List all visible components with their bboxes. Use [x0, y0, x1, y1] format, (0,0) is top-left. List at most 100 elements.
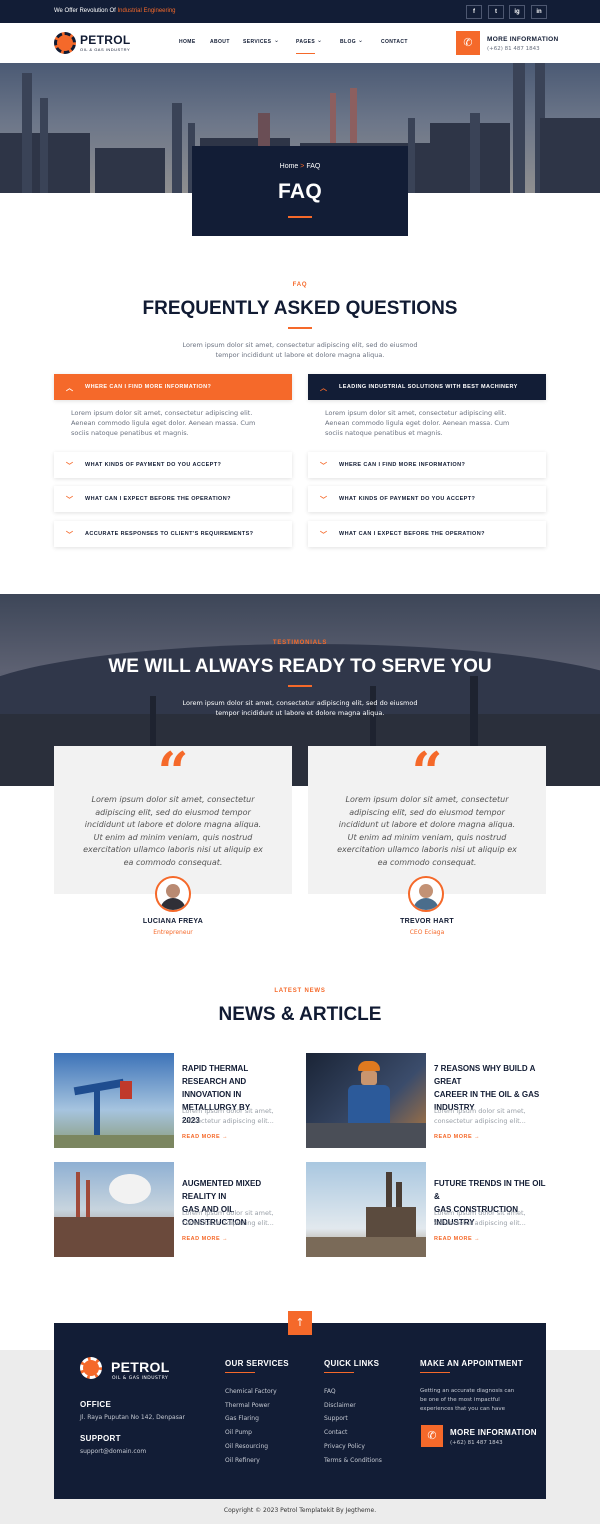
nav-item-services[interactable]: SERVICES: [243, 39, 271, 45]
avatar: [155, 876, 191, 912]
testimonials-subtitle: TESTIMONIALS: [272, 640, 328, 646]
faq-question-7[interactable]: ﹀ WHAT KINDS OF PAYMENT DO YOU ACCEPT?: [308, 486, 546, 512]
footer-link[interactable]: Terms & Conditions: [324, 1454, 382, 1468]
footer-link[interactable]: Gas Flaring: [225, 1412, 277, 1426]
footer-services-list: Chemical Factory Thermal Power Gas Flari…: [225, 1385, 277, 1467]
page-title: FAQ: [277, 180, 323, 203]
testimonial-role: Entrepreneur: [153, 929, 193, 936]
chevron-down-icon: ﹀: [320, 532, 328, 539]
news-image[interactable]: [54, 1053, 174, 1148]
gear-logo-icon[interactable]: [54, 32, 76, 54]
testimonial-name: TREVOR HART: [400, 918, 454, 925]
breadcrumb: Home > FAQ: [192, 163, 408, 170]
chevron-down-icon: ﹀: [66, 532, 74, 539]
faq-question-6[interactable]: ﹀ WHERE CAN I FIND MORE INFORMATION?: [308, 452, 546, 478]
news-article-excerpt: Lorem ipsum dolor sit amet, consectetur a…: [182, 1209, 274, 1227]
footer-info-phone[interactable]: (+62) 81 487 1843: [450, 1440, 503, 1446]
quote-icon: “: [411, 740, 443, 804]
chevron-down-icon: ⌄: [358, 37, 364, 44]
chevron-down-icon: ﹀: [66, 497, 74, 504]
chevron-up-icon: ︿: [320, 385, 328, 392]
copyright-text: Copyright © 2023 Petrol Templatekit By J…: [223, 1507, 377, 1514]
news-subtitle: LATEST NEWS: [274, 988, 326, 994]
news-title: NEWS & ARTICLE: [218, 1004, 382, 1025]
nav-item-pages[interactable]: PAGES: [296, 39, 316, 54]
twitter-icon[interactable]: t: [488, 5, 504, 19]
hero-title-box: Home > FAQ FAQ: [192, 146, 408, 236]
arrow-up-icon: ↑: [295, 1316, 305, 1329]
footer-link[interactable]: Oil Refinery: [225, 1454, 277, 1468]
breadcrumb-separator-icon: >: [300, 163, 305, 170]
linkedin-icon[interactable]: in: [531, 5, 547, 19]
read-more-link[interactable]: READ MORE →: [434, 1134, 480, 1140]
brand-name[interactable]: PETROL: [80, 33, 130, 47]
testimonial-role: CEO Eciaga: [409, 929, 445, 936]
testimonial-text: Lorem ipsum dolor sit amet, consectetur a…: [337, 795, 517, 867]
testimonial-card: “ Lorem ipsum dolor sit amet, consectetu…: [54, 745, 292, 894]
news-article-excerpt: Lorem ipsum dolor sit amet, consectetur a…: [434, 1209, 526, 1227]
nav-contact-title: MORE INFORMATION: [487, 36, 559, 43]
footer-info-title: MORE INFORMATION: [450, 1428, 537, 1437]
footer-link[interactable]: Disclaimer: [324, 1399, 382, 1413]
footer-link[interactable]: Oil Pump: [225, 1426, 277, 1440]
arrow-right-icon: →: [474, 1236, 481, 1242]
faq-question-4[interactable]: ﹀ ACCURATE RESPONSES TO CLIENT'S REQUIREM…: [54, 521, 292, 547]
faq-question-3[interactable]: ﹀ WHAT CAN I EXPECT BEFORE THE OPERATION?: [54, 486, 292, 512]
nav-contact-phone[interactable]: (+62) 81 487 1843: [487, 46, 540, 52]
footer: PETROL OIL & GAS INDUSTRY OFFICE Jl. Ray…: [54, 1323, 546, 1499]
top-bar: We Offer Revolution Of Industrial Engine…: [0, 0, 600, 23]
faq-question-8[interactable]: ﹀ WHAT CAN I EXPECT BEFORE THE OPERATION?: [308, 521, 546, 547]
testimonial-name: LUCIANA FREYA: [142, 918, 204, 925]
phone-icon: ✆: [456, 31, 480, 55]
nav-item-about[interactable]: ABOUT: [210, 39, 230, 45]
news-image[interactable]: [306, 1162, 426, 1257]
news-image[interactable]: [306, 1053, 426, 1148]
chevron-down-icon: ﹀: [66, 463, 74, 470]
nav-item-blog[interactable]: BLOG: [340, 39, 356, 45]
faq-answer-1: Lorem ipsum dolor sit amet, consectetur …: [71, 409, 256, 437]
testimonials-intro-1: Lorem ipsum dolor sit amet, consectetur …: [182, 699, 418, 707]
phone-icon: ✆: [421, 1425, 443, 1447]
chevron-down-icon: ﹀: [320, 463, 328, 470]
breadcrumb-home[interactable]: Home: [280, 163, 299, 170]
chevron-down-icon: ⌄: [274, 37, 280, 44]
news-image[interactable]: [54, 1162, 174, 1257]
nav-item-contact[interactable]: CONTACT: [381, 39, 408, 45]
arrow-right-icon: →: [222, 1134, 229, 1140]
read-more-link[interactable]: READ MORE →: [182, 1236, 228, 1242]
breadcrumb-current: FAQ: [306, 163, 321, 170]
arrow-right-icon: →: [474, 1134, 481, 1140]
footer-office-title: OFFICE: [80, 1400, 112, 1409]
footer-link[interactable]: Contact: [324, 1426, 382, 1440]
footer-link[interactable]: Privacy Policy: [324, 1440, 382, 1454]
footer-link[interactable]: Chemical Factory: [225, 1385, 277, 1399]
chevron-down-icon: ﹀: [320, 497, 328, 504]
scroll-to-top-button[interactable]: ↑: [288, 1311, 312, 1335]
testimonial-text: Lorem ipsum dolor sit amet, consectetur a…: [83, 795, 263, 867]
brand-tagline: OIL & GAS INDUSTRY: [80, 47, 131, 52]
footer-link[interactable]: Support: [324, 1412, 382, 1426]
footer-office-address: Jl. Raya Puputan No 142, Denpasar: [80, 1414, 185, 1421]
gear-logo-icon: [80, 1357, 102, 1379]
avatar: [408, 876, 444, 912]
nav-item-home[interactable]: HOME: [179, 39, 196, 45]
instagram-icon[interactable]: ig: [509, 5, 525, 19]
read-more-link[interactable]: READ MORE →: [434, 1236, 480, 1242]
faq-question-1[interactable]: ︿ WHERE CAN I FIND MORE INFORMATION?: [54, 374, 292, 400]
footer-quick-links: FAQ Disclaimer Support Contact Privacy P…: [324, 1385, 382, 1467]
facebook-icon[interactable]: f: [466, 5, 482, 19]
footer-link[interactable]: Thermal Power: [225, 1399, 277, 1413]
footer-link[interactable]: FAQ: [324, 1385, 382, 1399]
news-article-excerpt: Lorem ipsum dolor sit amet, consectetur a…: [434, 1107, 526, 1125]
faq-title: FREQUENTLY ASKED QUESTIONS: [142, 298, 458, 319]
footer-services-title: OUR SERVICES: [225, 1359, 289, 1368]
faq-question-2[interactable]: ﹀ WHAT KINDS OF PAYMENT DO YOU ACCEPT?: [54, 452, 292, 478]
footer-link[interactable]: Oil Resourcing: [225, 1440, 277, 1454]
read-more-link[interactable]: READ MORE →: [182, 1134, 228, 1140]
faq-intro-2: tempor incididunt ut labore et dolore ma…: [215, 351, 385, 359]
footer-brand-name: PETROL: [111, 1359, 170, 1375]
footer-links-title: QUICK LINKS: [324, 1359, 380, 1368]
faq-question-5[interactable]: ︿ LEADING INDUSTRIAL SOLUTIONS WITH BEST …: [308, 374, 546, 400]
footer-support-email[interactable]: support@domain.com: [80, 1445, 146, 1459]
footer-appointment-title: MAKE AN APPOINTMENT: [420, 1359, 523, 1368]
